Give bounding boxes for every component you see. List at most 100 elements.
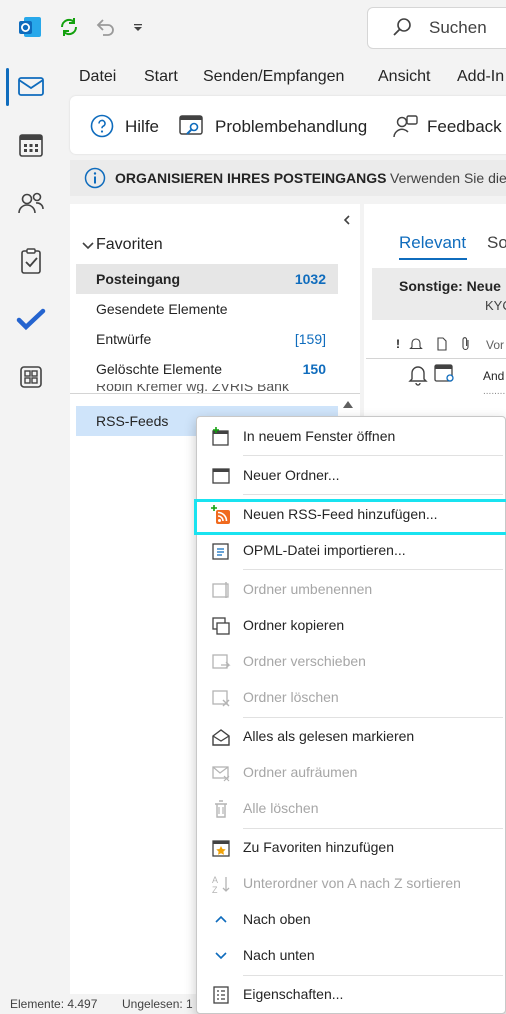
group-subtitle: KYC bbox=[485, 298, 506, 313]
outlook-logo-icon bbox=[19, 17, 41, 37]
delete-folder-icon bbox=[212, 690, 230, 707]
search-icon bbox=[393, 18, 411, 36]
scroll-up-icon[interactable] bbox=[342, 399, 354, 409]
troubleshoot-button[interactable]: Problembehandlung bbox=[215, 117, 367, 137]
menu-separator bbox=[243, 717, 503, 718]
favorites-divider bbox=[70, 393, 360, 394]
tab-other[interactable]: So bbox=[487, 233, 506, 253]
open-new-window-icon bbox=[212, 427, 229, 446]
title-bar: Suchen bbox=[0, 0, 506, 56]
feedback-button[interactable]: Feedback bbox=[427, 117, 502, 137]
unread-count: 1032 bbox=[294, 271, 326, 287]
status-elements: Elemente: 4.497 bbox=[10, 997, 98, 1011]
chevron-down-icon bbox=[215, 952, 227, 960]
new-folder-icon bbox=[212, 468, 230, 484]
menu-datei[interactable]: Datei bbox=[79, 68, 116, 86]
properties-icon bbox=[213, 986, 229, 1004]
info-title: ORGANISIEREN IHRES POSTEINGANGS bbox=[115, 170, 387, 186]
delete-all-icon bbox=[215, 800, 227, 818]
importance-column-icon[interactable]: ! bbox=[396, 337, 400, 351]
help-icon bbox=[90, 114, 114, 138]
folder-gesendete-elemente[interactable]: Gesendete Elemente bbox=[76, 294, 338, 324]
folder-entwuerfe[interactable]: Entwürfe [159] bbox=[76, 324, 338, 354]
menu-senden-empfangen[interactable]: Senden/Empfangen bbox=[203, 68, 344, 86]
folder-posteingang[interactable]: Posteingang 1032 bbox=[76, 264, 338, 294]
folder-geloeschte-elemente[interactable]: Gelöschte Elemente 150 bbox=[76, 354, 338, 384]
menu-sort-subfolders[interactable]: AZ Unterordner von A nach Z sortieren bbox=[197, 866, 505, 900]
feedback-icon bbox=[393, 115, 418, 138]
copy-folder-icon bbox=[212, 617, 230, 635]
menu-add-to-favorites[interactable]: Zu Favoriten hinzufügen bbox=[197, 830, 505, 864]
folder-label: Entwürfe bbox=[96, 331, 152, 347]
bell-icon bbox=[408, 366, 428, 386]
mark-read-icon bbox=[212, 729, 230, 746]
folder-label: Gesendete Elemente bbox=[96, 301, 228, 317]
menu-rename-folder[interactable]: Ordner umbenennen bbox=[197, 572, 505, 606]
tab-relevant[interactable]: Relevant bbox=[399, 233, 466, 253]
menu-separator bbox=[243, 494, 503, 495]
unread-count: 150 bbox=[302, 361, 326, 377]
meeting-icon bbox=[434, 364, 454, 382]
folder-label: Posteingang bbox=[96, 271, 181, 287]
active-module-indicator bbox=[6, 68, 9, 106]
active-tab-underline bbox=[399, 258, 467, 260]
attachment-column-icon[interactable] bbox=[460, 336, 472, 352]
troubleshoot-icon bbox=[179, 115, 203, 135]
move-folder-icon bbox=[212, 654, 231, 669]
calendar-icon[interactable] bbox=[16, 130, 46, 160]
import-opml-icon bbox=[212, 543, 229, 560]
favorites-header[interactable]: Favoriten bbox=[96, 236, 163, 254]
folder-label: Gelöschte Elemente bbox=[96, 361, 223, 377]
apps-icon[interactable] bbox=[16, 362, 46, 392]
group-title: Sonstige: Neue bbox=[399, 278, 501, 294]
status-unread: Ungelesen: 1 bbox=[122, 997, 193, 1011]
message-preview-dots: ........ bbox=[483, 386, 506, 397]
folder-robin-kremer[interactable]: Robin Kremer wg. ZVRIS Bank bbox=[76, 384, 338, 398]
menu-separator bbox=[243, 828, 503, 829]
info-text: Verwenden Sie die bbox=[390, 170, 506, 186]
menu-separator bbox=[243, 455, 503, 456]
menu-import-opml[interactable]: OPML-Datei importieren... bbox=[197, 533, 505, 567]
from-column-header[interactable]: Vor bbox=[486, 338, 504, 352]
sort-az-icon: AZ bbox=[212, 875, 230, 894]
menu-add-in[interactable]: Add-In bbox=[457, 68, 504, 86]
message-sender[interactable]: And bbox=[483, 369, 504, 383]
clean-up-icon bbox=[212, 766, 230, 782]
highlight-box bbox=[194, 499, 506, 535]
mail-icon[interactable] bbox=[16, 72, 46, 102]
menu-delete-folder[interactable]: Ordner löschen bbox=[197, 680, 505, 714]
folder-label: RSS-Feeds bbox=[96, 413, 169, 429]
menu-ansicht[interactable]: Ansicht bbox=[378, 68, 430, 86]
reminder-column-icon[interactable] bbox=[408, 336, 424, 352]
menu-delete-all[interactable]: Alle löschen bbox=[197, 791, 505, 825]
help-button[interactable]: Hilfe bbox=[125, 117, 159, 137]
undo-icon[interactable] bbox=[94, 16, 116, 38]
menu-mark-all-read[interactable]: Alles als gelesen markieren bbox=[197, 719, 505, 753]
todo-icon[interactable] bbox=[16, 304, 46, 334]
menu-properties[interactable]: Eigenschaften... bbox=[197, 977, 505, 1011]
menu-new-folder[interactable]: Neuer Ordner... bbox=[197, 458, 505, 492]
menu-open-new-window[interactable]: In neuem Fenster öffnen bbox=[197, 419, 505, 453]
info-icon bbox=[84, 167, 106, 189]
draft-count: [159] bbox=[294, 331, 326, 347]
menu-separator bbox=[243, 975, 503, 976]
menu-separator bbox=[243, 569, 503, 570]
menu-move-up[interactable]: Nach oben bbox=[197, 902, 505, 936]
people-icon[interactable] bbox=[16, 188, 46, 218]
menu-clean-up-folder[interactable]: Ordner aufräumen bbox=[197, 755, 505, 789]
menu-start[interactable]: Start bbox=[144, 68, 178, 86]
rename-folder-icon bbox=[212, 582, 229, 598]
menu-move-folder[interactable]: Ordner verschieben bbox=[197, 644, 505, 678]
svg-text:Z: Z bbox=[212, 885, 218, 894]
quick-access-dropdown-icon[interactable] bbox=[132, 22, 144, 34]
collapse-pane-icon[interactable] bbox=[342, 214, 352, 226]
sync-icon[interactable] bbox=[58, 16, 80, 38]
chevron-down-icon[interactable] bbox=[81, 239, 95, 253]
item-type-column-icon[interactable] bbox=[436, 336, 448, 352]
tasks-icon[interactable] bbox=[16, 246, 46, 276]
search-placeholder[interactable]: Suchen bbox=[429, 18, 487, 38]
context-menu: In neuem Fenster öffnen Neuer Ordner... … bbox=[194, 416, 506, 1014]
menu-copy-folder[interactable]: Ordner kopieren bbox=[197, 608, 505, 642]
menu-move-down[interactable]: Nach unten bbox=[197, 938, 505, 972]
add-favorite-icon bbox=[212, 840, 230, 857]
